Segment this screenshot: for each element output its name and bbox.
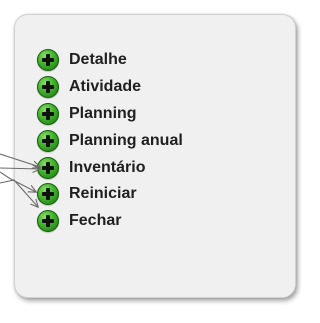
- menu-item-planning-anual[interactable]: Planning anual: [37, 127, 183, 154]
- menu-item-atividade[interactable]: Atividade: [37, 74, 183, 101]
- plus-circle-icon: [37, 156, 59, 179]
- menu-item-label: Detalhe: [69, 51, 127, 69]
- plus-circle-icon: [37, 49, 59, 72]
- plus-circle-icon: [37, 129, 59, 152]
- menu-item-label: Atividade: [69, 78, 142, 96]
- action-menu: Detalhe Atividade Planning Planning anua…: [37, 47, 183, 235]
- plus-circle-icon: [37, 210, 59, 233]
- menu-item-planning[interactable]: Planning: [37, 101, 183, 128]
- menu-item-label: Planning anual: [69, 131, 183, 149]
- menu-item-reiniciar[interactable]: Reiniciar: [37, 181, 183, 208]
- menu-item-detalhe[interactable]: Detalhe: [37, 47, 183, 74]
- menu-item-label: Inventário: [69, 158, 146, 176]
- plus-circle-icon: [37, 183, 59, 206]
- plus-circle-icon: [37, 102, 59, 125]
- plus-circle-icon: [37, 76, 59, 99]
- menu-item-fechar[interactable]: Fechar: [37, 208, 183, 235]
- menu-item-label: Fechar: [69, 212, 122, 230]
- menu-item-label: Planning: [69, 104, 137, 122]
- menu-item-label: Reiniciar: [69, 185, 137, 203]
- menu-item-inventario[interactable]: Inventário: [37, 154, 183, 181]
